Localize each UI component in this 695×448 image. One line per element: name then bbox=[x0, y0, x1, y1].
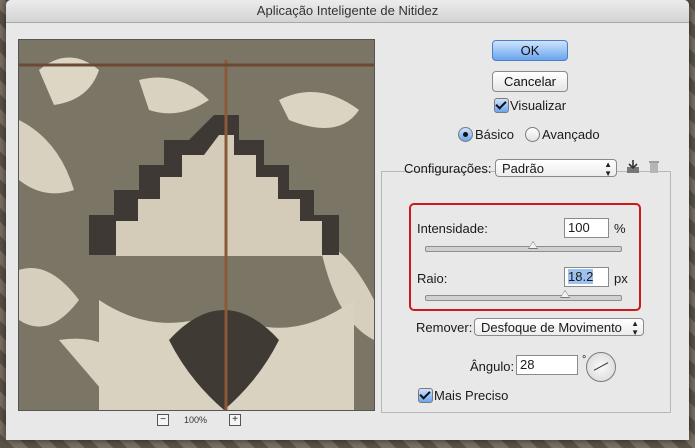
radius-value: 18.2 bbox=[568, 269, 594, 284]
settings-select[interactable]: Padrão ▲ ▼ bbox=[495, 159, 617, 178]
preview-image[interactable] bbox=[18, 39, 375, 411]
angle-label: Ângulo: bbox=[470, 359, 515, 374]
radius-slider-thumb[interactable] bbox=[560, 290, 570, 298]
basic-radio[interactable] bbox=[458, 127, 473, 142]
cancel-button[interactable]: Cancelar bbox=[492, 71, 568, 92]
angle-dial-icon[interactable] bbox=[586, 352, 616, 382]
preview-checkbox[interactable] bbox=[494, 98, 509, 113]
preview-label: Visualizar bbox=[510, 98, 567, 113]
zoom-level: 100% bbox=[184, 415, 208, 425]
window-title: Aplicação Inteligente de Nitidez bbox=[6, 0, 689, 23]
basic-label: Básico bbox=[475, 127, 515, 142]
zoom-out-button[interactable]: − bbox=[157, 414, 169, 426]
select-arrows-icon: ▲ ▼ bbox=[631, 319, 639, 337]
zoom-bar: − 100% + bbox=[18, 413, 373, 431]
remove-label: Remover: bbox=[416, 320, 473, 335]
advanced-radio[interactable] bbox=[525, 127, 540, 142]
amount-slider[interactable] bbox=[425, 241, 622, 252]
radius-field[interactable]: 18.2 bbox=[564, 267, 609, 287]
select-arrows-icon: ▲ ▼ bbox=[604, 160, 612, 178]
remove-select[interactable]: Desfoque de Movimento ▲ ▼ bbox=[474, 318, 644, 337]
more-accurate-label: Mais Preciso bbox=[434, 388, 509, 403]
angle-field[interactable]: 28 bbox=[516, 355, 578, 375]
save-preset-icon[interactable] bbox=[626, 160, 640, 174]
radius-label: Raio: bbox=[417, 271, 448, 286]
settings-value: Padrão bbox=[502, 161, 544, 176]
radius-unit: px bbox=[614, 271, 628, 286]
zoom-in-button[interactable]: + bbox=[229, 414, 241, 426]
advanced-label: Avançado bbox=[542, 127, 600, 142]
ok-button[interactable]: OK bbox=[492, 40, 568, 61]
trash-icon[interactable] bbox=[648, 160, 660, 174]
amount-field[interactable]: 100 bbox=[564, 218, 609, 238]
amount-label: Intensidade: bbox=[417, 221, 488, 236]
amount-unit: % bbox=[614, 221, 626, 236]
more-accurate-checkbox[interactable] bbox=[418, 388, 433, 403]
remove-value: Desfoque de Movimento bbox=[481, 320, 622, 335]
amount-slider-thumb[interactable] bbox=[528, 241, 538, 249]
radius-slider[interactable] bbox=[425, 290, 622, 301]
settings-label: Configurações: bbox=[404, 161, 492, 176]
